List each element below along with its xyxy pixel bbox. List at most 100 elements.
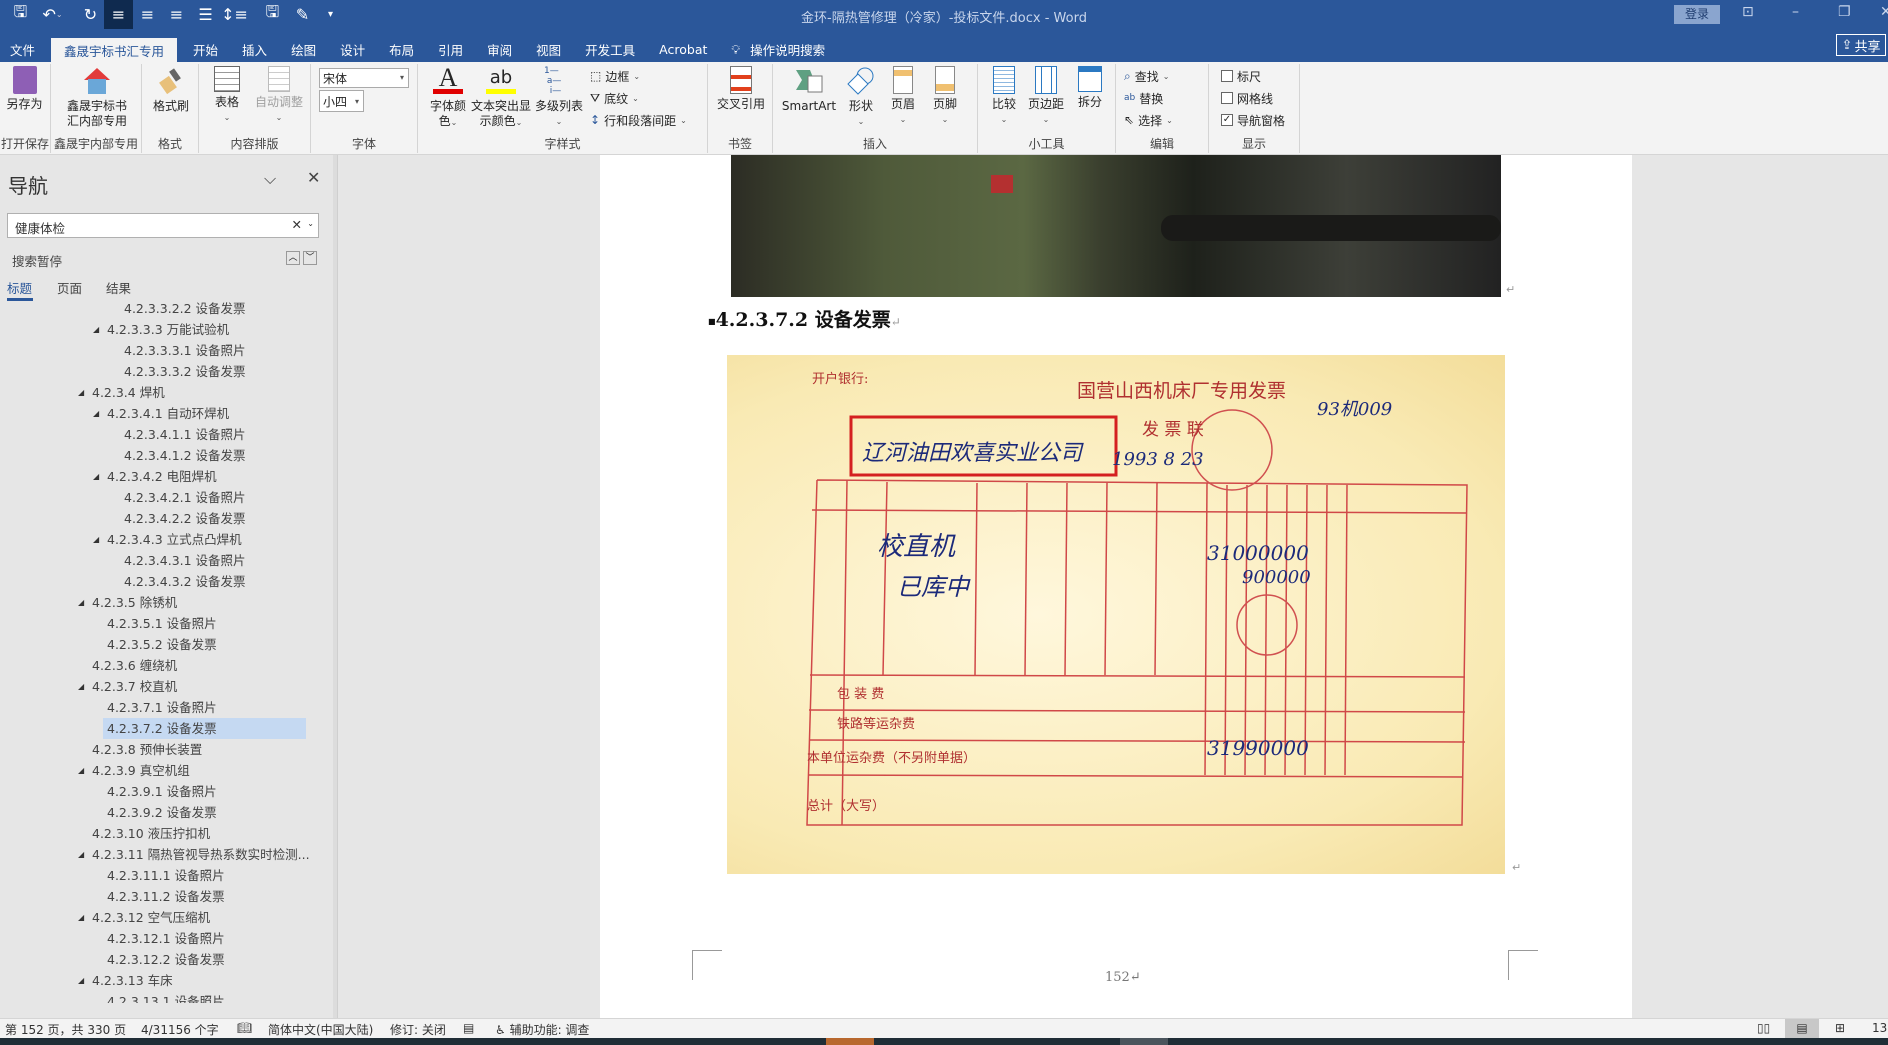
nav-heading-item[interactable]: 4.2.3.7.1 设备照片 bbox=[0, 697, 330, 718]
nav-heading-item[interactable]: 4.2.3.9.2 设备发票 bbox=[0, 802, 330, 823]
collapse-triangle-icon[interactable]: ◢ bbox=[93, 319, 99, 340]
tab-view[interactable]: 视图 bbox=[524, 37, 573, 62]
chevron-down-icon[interactable]: ⌵ bbox=[264, 169, 276, 189]
nav-heading-item[interactable]: 4.2.3.11.1 设备照片 bbox=[0, 865, 330, 886]
cross-reference-button[interactable]: 交叉引用 bbox=[712, 66, 770, 112]
clear-icon[interactable]: ✕ bbox=[292, 217, 302, 232]
taskbar-app-icon[interactable] bbox=[826, 1038, 874, 1045]
shading-button[interactable]: ⛛ 底纹 ⌄ bbox=[590, 88, 639, 108]
tab-results[interactable]: 结果 bbox=[106, 278, 131, 297]
next-result-button[interactable]: ﹀ bbox=[303, 251, 317, 265]
nav-heading-item[interactable]: ◢ 4.2.3.12 空气压缩机 bbox=[0, 907, 330, 928]
nav-heading-item[interactable]: 4.2.3.6 缠绕机 bbox=[0, 655, 330, 676]
nav-search-input[interactable]: 健康体检 ✕ ⌄ bbox=[7, 213, 319, 238]
collapse-triangle-icon[interactable]: ◢ bbox=[78, 844, 84, 865]
proofing-icon[interactable]: 📖︎ bbox=[237, 1021, 252, 1035]
previous-result-button[interactable]: ︿ bbox=[286, 251, 300, 265]
tab-headings[interactable]: 标题 bbox=[7, 278, 32, 297]
zoom-level[interactable]: 13 bbox=[1872, 1021, 1887, 1035]
tab-xsy[interactable]: 鑫晟宇标书汇专用 bbox=[51, 38, 178, 62]
nav-heading-item[interactable]: 4.2.3.5.2 设备发票 bbox=[0, 634, 330, 655]
tell-me-search[interactable]: 💡︎ 操作说明搜索 bbox=[719, 37, 837, 62]
language[interactable]: 简体中文(中国大陆) bbox=[268, 1021, 373, 1038]
nav-heading-item[interactable]: 4.2.3.3.3.1 设备照片 bbox=[0, 340, 330, 361]
tab-layout[interactable]: 布局 bbox=[377, 37, 426, 62]
autofit-button[interactable]: 自动调整 ⌄ bbox=[251, 66, 307, 125]
footer-button[interactable]: 页脚 ⌄ bbox=[925, 66, 965, 127]
nav-heading-item[interactable]: 4.2.3.3.3.2 设备发票 bbox=[0, 361, 330, 382]
header-button[interactable]: 页眉 ⌄ bbox=[883, 66, 923, 127]
tab-draw[interactable]: 绘图 bbox=[279, 37, 328, 62]
close-button[interactable]: ✕ bbox=[1880, 4, 1888, 20]
tab-references[interactable]: 引用 bbox=[426, 37, 475, 62]
macro-icon[interactable]: ▤ bbox=[463, 1021, 474, 1035]
tab-insert[interactable]: 插入 bbox=[230, 37, 279, 62]
collapse-triangle-icon[interactable]: ◢ bbox=[78, 676, 84, 697]
nav-heading-item[interactable]: ◢ 4.2.3.4.3 立式点凸焊机 bbox=[0, 529, 330, 550]
nav-heading-item[interactable]: 4.2.3.4.3.2 设备发票 bbox=[0, 571, 330, 592]
nav-heading-item[interactable]: ◢ 4.2.3.4.2 电阻焊机 bbox=[0, 466, 330, 487]
page-count[interactable]: 第 152 页，共 330 页 bbox=[5, 1021, 126, 1038]
tab-design[interactable]: 设计 bbox=[328, 37, 377, 62]
tab-file[interactable]: 文件 bbox=[0, 37, 47, 62]
xsy-button[interactable]: 鑫晟宇标书 汇内部专用 bbox=[55, 66, 139, 129]
collapse-triangle-icon[interactable]: ◢ bbox=[93, 529, 99, 550]
compare-button[interactable]: 比较 ⌄ bbox=[986, 66, 1022, 127]
nav-scrollbar[interactable] bbox=[333, 155, 337, 1018]
collapse-triangle-icon[interactable]: ◢ bbox=[78, 592, 84, 613]
margins-button[interactable]: 页边距 ⌄ bbox=[1024, 66, 1068, 127]
nav-heading-item[interactable]: 4.2.3.5.1 设备照片 bbox=[0, 613, 330, 634]
read-mode-icon[interactable]: ▯▯ bbox=[1757, 1021, 1770, 1035]
print-layout-icon[interactable]: ▤ bbox=[1785, 1019, 1819, 1038]
collapse-triangle-icon[interactable]: ◢ bbox=[78, 970, 84, 991]
restore-button[interactable]: ❐ bbox=[1838, 4, 1851, 20]
track-changes[interactable]: 修订: 关闭 bbox=[390, 1021, 446, 1038]
nav-heading-item[interactable]: ◢ 4.2.3.11 隔热管视导热系数实时检测... bbox=[0, 844, 330, 865]
font-color-button[interactable]: A 字体颜 色⌄ bbox=[426, 65, 470, 130]
replace-button[interactable]: ab 替换 bbox=[1124, 88, 1163, 108]
select-button[interactable]: ⇖ 选择 ⌄ bbox=[1124, 110, 1173, 130]
save-as-button[interactable]: 另存为 bbox=[2, 66, 47, 112]
nav-heading-item[interactable]: 4.2.3.13.1 设备照片 bbox=[0, 991, 330, 1003]
share-button[interactable]: ⇪ 共享 bbox=[1836, 34, 1886, 56]
tab-developer[interactable]: 开发工具 bbox=[573, 37, 647, 62]
gridlines-checkbox[interactable]: 网格线 bbox=[1221, 88, 1273, 108]
highlight-button[interactable]: ab 文本突出显 示颜色⌄ bbox=[468, 66, 534, 130]
nav-heading-item[interactable]: 4.2.3.4.2.2 设备发票 bbox=[0, 508, 330, 529]
tab-home[interactable]: 开始 bbox=[181, 37, 230, 62]
tab-pages[interactable]: 页面 bbox=[57, 278, 82, 297]
ribbon-display-icon[interactable]: ⊡ bbox=[1742, 4, 1754, 20]
nav-heading-item[interactable]: ◢ 4.2.3.5 除锈机 bbox=[0, 592, 330, 613]
multilevel-list-button[interactable]: 1— a— i— 多级列表 ⌄ bbox=[532, 66, 586, 129]
close-icon[interactable]: ✕ bbox=[307, 168, 320, 187]
nav-heading-item[interactable]: 4.2.3.3.2.2 设备发票 bbox=[0, 301, 330, 319]
collapse-triangle-icon[interactable]: ◢ bbox=[93, 403, 99, 424]
nav-heading-item[interactable]: 4.2.3.12.2 设备发票 bbox=[0, 949, 330, 970]
border-button[interactable]: ⬚ 边框 ⌄ bbox=[590, 66, 640, 86]
nav-heading-item[interactable]: 4.2.3.12.1 设备照片 bbox=[0, 928, 330, 949]
nav-heading-item[interactable]: ◢ 4.2.3.4.1 自动环焊机 bbox=[0, 403, 330, 424]
nav-heading-item[interactable]: 4.2.3.4.3.1 设备照片 bbox=[0, 550, 330, 571]
ruler-checkbox[interactable]: 标尺 bbox=[1221, 66, 1261, 86]
split-button[interactable]: 拆分 bbox=[1072, 66, 1108, 110]
tab-acrobat[interactable]: Acrobat bbox=[647, 37, 719, 62]
nav-heading-item[interactable]: 4.2.3.4.1.2 设备发票 bbox=[0, 445, 330, 466]
tab-review[interactable]: 审阅 bbox=[475, 37, 524, 62]
collapse-triangle-icon[interactable]: ◢ bbox=[78, 760, 84, 781]
font-size-select[interactable]: 小四 ▾ bbox=[319, 90, 364, 112]
nav-heading-item[interactable]: ◢ 4.2.3.9 真空机组 bbox=[0, 760, 330, 781]
nav-heading-item[interactable]: 4.2.3.8 预伸长装置 bbox=[0, 739, 330, 760]
smartart-button[interactable]: SmartArt bbox=[779, 66, 839, 114]
nav-heading-item[interactable]: ◢ 4.2.3.13 车床 bbox=[0, 970, 330, 991]
minimize-button[interactable]: – bbox=[1792, 4, 1799, 20]
spacing-button[interactable]: ↕ 行和段落间距 ⌄ bbox=[590, 110, 687, 130]
nav-heading-item-selected[interactable]: 4.2.3.7.2 设备发票 bbox=[0, 718, 330, 739]
login-button[interactable]: 登录 bbox=[1674, 5, 1720, 24]
nav-heading-item[interactable]: 4.2.3.11.2 设备发票 bbox=[0, 886, 330, 907]
format-painter-button[interactable]: 格式刷 bbox=[146, 66, 196, 114]
shapes-button[interactable]: 形状 ⌄ bbox=[841, 66, 881, 129]
nav-heading-item[interactable]: 4.2.3.4.2.1 设备照片 bbox=[0, 487, 330, 508]
web-layout-icon[interactable]: ⊞ bbox=[1835, 1021, 1845, 1035]
word-count[interactable]: 4/31156 个字 bbox=[141, 1021, 219, 1038]
nav-heading-item[interactable]: ◢ 4.2.3.3.3 万能试验机 bbox=[0, 319, 330, 340]
